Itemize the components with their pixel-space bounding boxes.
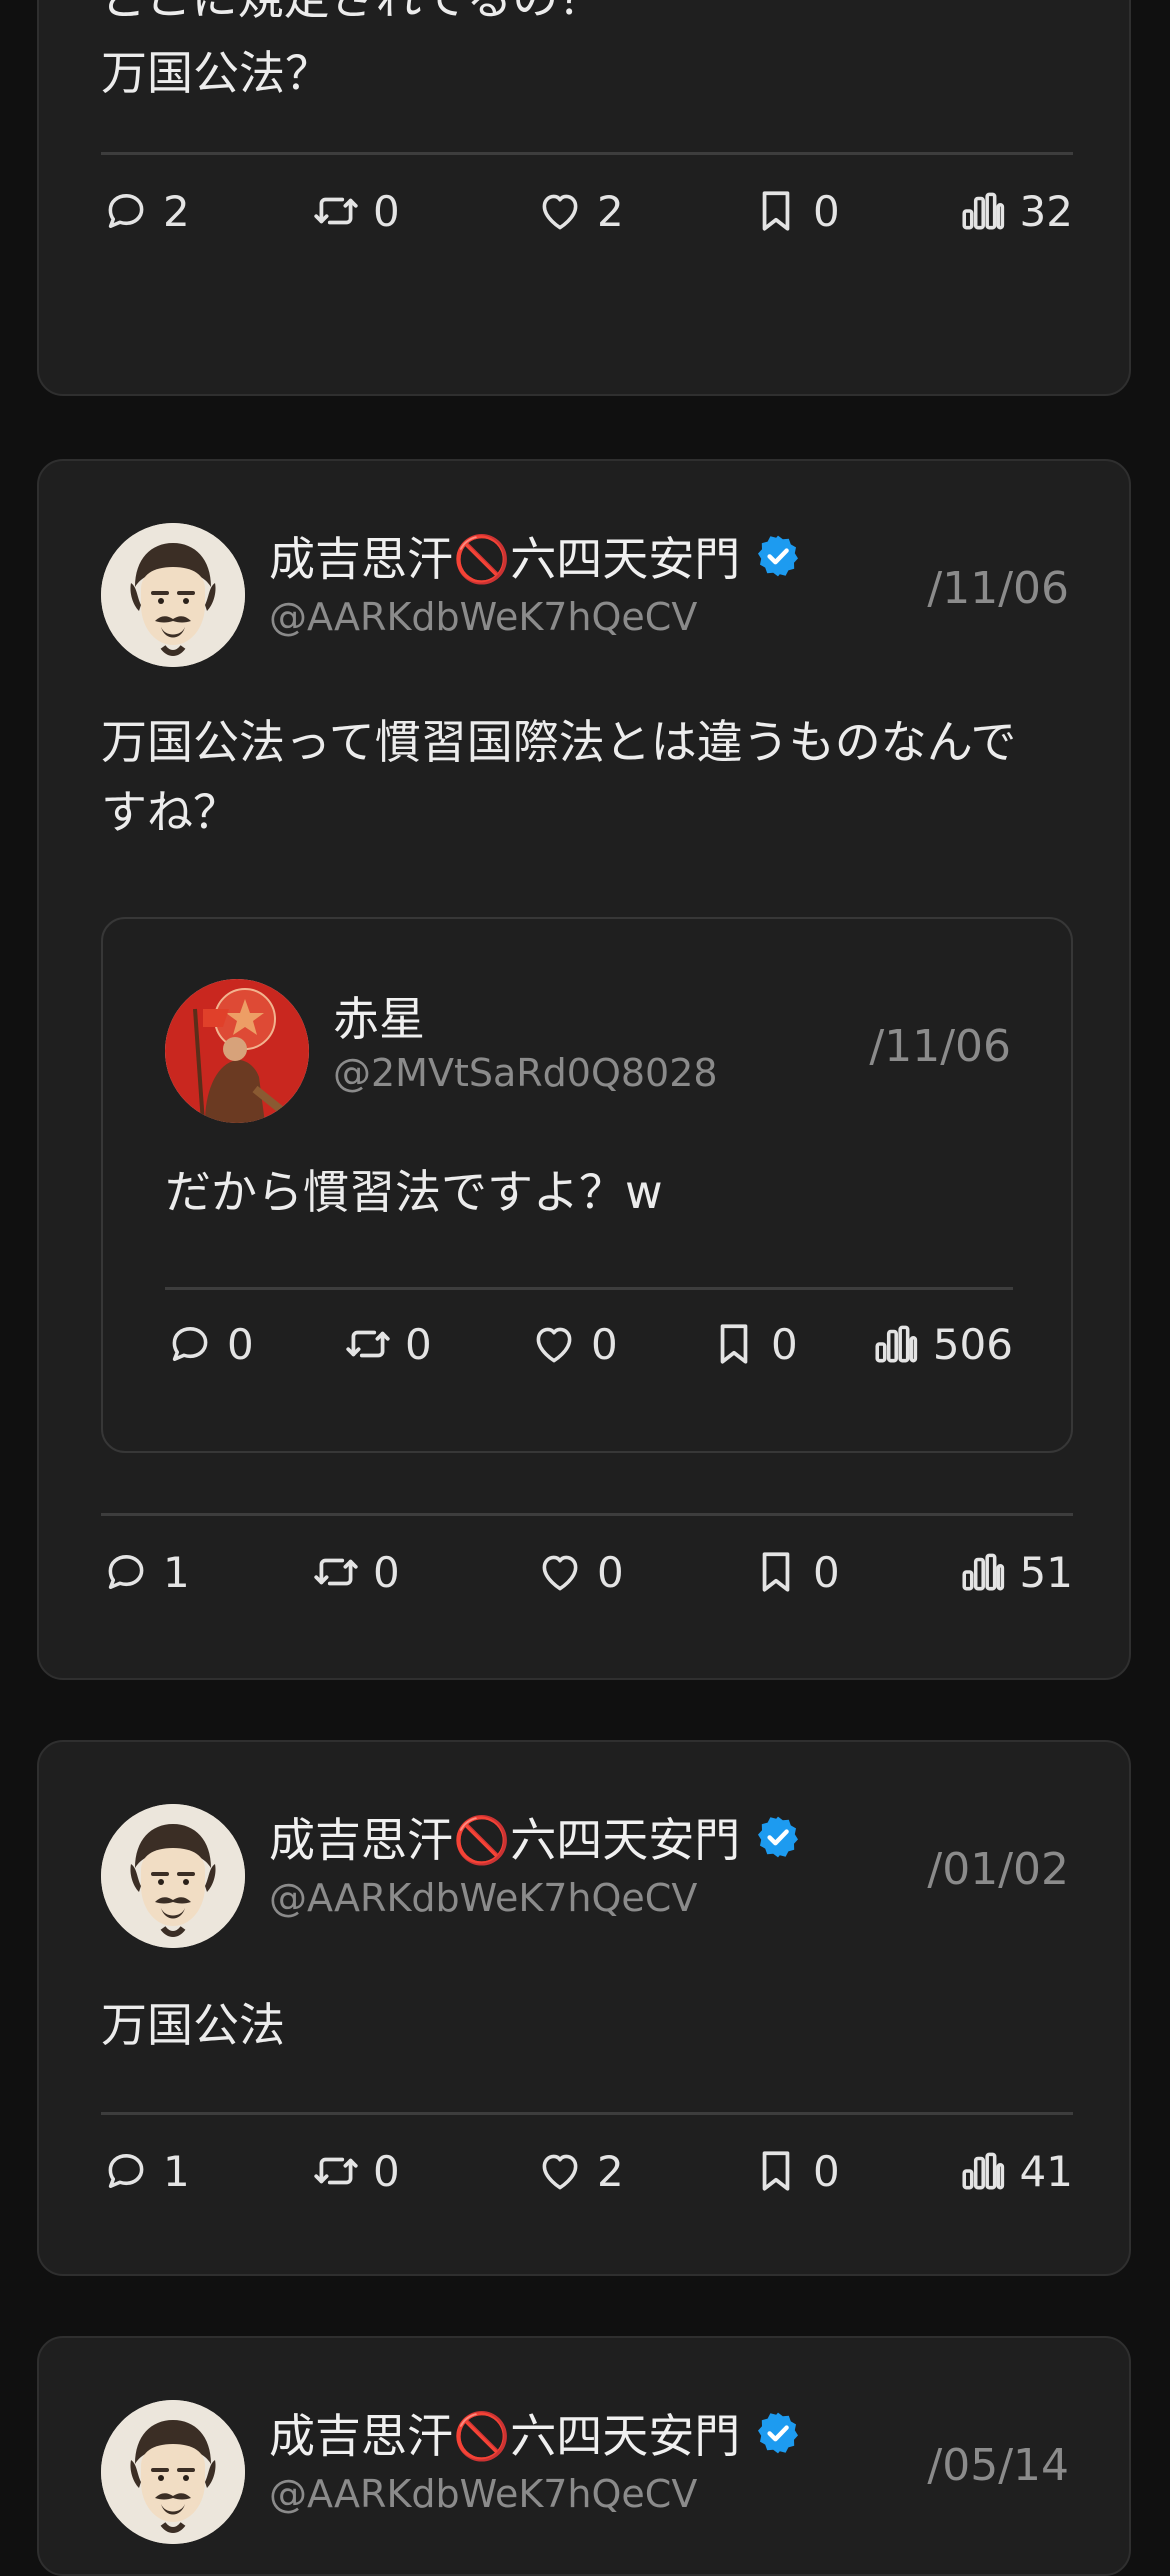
views-count[interactable]: 51 — [958, 1547, 1073, 1597]
reply-button[interactable]: 0 — [165, 1319, 254, 1369]
divider — [101, 1513, 1073, 1516]
quoted-avatar-image — [165, 979, 309, 1123]
action-bar: 1 0 2 0 41 — [101, 2146, 1073, 2206]
like-button[interactable]: 0 — [529, 1319, 618, 1369]
reply-icon — [165, 1319, 215, 1369]
post-card[interactable]: 成吉思汗🚫六四天安門 @AARKdbWeK7hQeCV /05/14 — [37, 2336, 1131, 2576]
bookmark-button[interactable]: 0 — [751, 2146, 840, 2196]
views-count[interactable]: 32 — [958, 186, 1073, 236]
bookmark-icon — [751, 2146, 801, 2196]
views-count[interactable]: 41 — [958, 2146, 1073, 2196]
post-date[interactable]: /01/02 — [927, 1844, 1069, 1895]
quoted-post-text: だから慣習法ですよ？w — [165, 1165, 663, 1219]
repost-button[interactable]: 0 — [311, 2146, 400, 2196]
views-icon — [958, 1547, 1008, 1597]
avatar-image — [101, 2400, 245, 2544]
quoted-author-name[interactable]: 赤星 — [333, 983, 425, 1049]
heart-icon — [529, 1319, 579, 1369]
like-button[interactable]: 0 — [535, 1547, 624, 1597]
like-button[interactable]: 2 — [535, 186, 624, 236]
post-text: 万国公法 — [101, 1998, 285, 2052]
reply-icon — [101, 2146, 151, 2196]
verified-badge-icon — [754, 2409, 802, 2457]
post-text-line1: 万国公法って慣習国際法とは違うものなんで — [101, 715, 1017, 769]
divider — [101, 2112, 1073, 2115]
quoted-author-handle[interactable]: @2MVtSaRd0Q8028 — [333, 1051, 718, 1095]
repost-button[interactable]: 0 — [311, 186, 400, 236]
avatar[interactable] — [101, 1804, 245, 1948]
repost-icon — [311, 1547, 361, 1597]
post-text-partial: どこに規定されてるの？ — [101, 0, 604, 18]
repost-button[interactable]: 0 — [311, 1547, 400, 1597]
heart-icon — [535, 186, 585, 236]
divider — [165, 1287, 1013, 1290]
quoted-avatar[interactable] — [165, 979, 309, 1123]
author-handle[interactable]: @AARKdbWeK7hQeCV — [269, 2472, 697, 2516]
post-text-line2: すね？ — [101, 785, 239, 839]
quoted-post-date[interactable]: /11/06 — [869, 1021, 1011, 1072]
reply-button[interactable]: 1 — [101, 2146, 190, 2196]
post-card[interactable]: どこに規定されてるの？ 万国公法？ 2 0 2 0 32 — [37, 0, 1131, 396]
views-icon — [871, 1319, 921, 1369]
divider — [101, 152, 1073, 155]
heart-icon — [535, 1547, 585, 1597]
reply-icon — [101, 186, 151, 236]
quoted-post[interactable]: 赤星 @2MVtSaRd0Q8028 /11/06 だから慣習法ですよ？w 0 … — [101, 917, 1073, 1453]
author-name[interactable]: 成吉思汗🚫六四天安門 — [269, 523, 802, 589]
reply-button[interactable]: 2 — [101, 186, 190, 236]
views-count[interactable]: 506 — [871, 1319, 1013, 1369]
reply-icon — [101, 1547, 151, 1597]
post-text: 万国公法？ — [101, 46, 331, 100]
avatar-image — [101, 1804, 245, 1948]
quoted-action-bar: 0 0 0 0 506 — [165, 1319, 1013, 1379]
bookmark-button[interactable]: 0 — [709, 1319, 798, 1369]
author-name[interactable]: 成吉思汗🚫六四天安門 — [269, 1804, 802, 1870]
repost-icon — [343, 1319, 393, 1369]
views-icon — [958, 2146, 1008, 2196]
bookmark-icon — [751, 186, 801, 236]
bookmark-button[interactable]: 0 — [751, 1547, 840, 1597]
post-date[interactable]: /05/14 — [927, 2440, 1069, 2491]
repost-icon — [311, 186, 361, 236]
post-date[interactable]: /11/06 — [927, 563, 1069, 614]
verified-badge-icon — [754, 532, 802, 580]
repost-icon — [311, 2146, 361, 2196]
bookmark-icon — [751, 1547, 801, 1597]
author-name[interactable]: 成吉思汗🚫六四天安門 — [269, 2400, 802, 2466]
views-icon — [958, 186, 1008, 236]
like-button[interactable]: 2 — [535, 2146, 624, 2196]
post-card[interactable]: 成吉思汗🚫六四天安門 @AARKdbWeK7hQeCV /01/02 万国公法 … — [37, 1740, 1131, 2276]
avatar[interactable] — [101, 523, 245, 667]
bookmark-button[interactable]: 0 — [751, 186, 840, 236]
heart-icon — [535, 2146, 585, 2196]
verified-badge-icon — [754, 1813, 802, 1861]
avatar-image — [101, 523, 245, 667]
avatar[interactable] — [101, 2400, 245, 2544]
action-bar: 1 0 0 0 51 — [101, 1547, 1073, 1607]
post-card[interactable]: 成吉思汗🚫六四天安門 @AARKdbWeK7hQeCV /11/06 万国公法っ… — [37, 459, 1131, 1680]
reply-button[interactable]: 1 — [101, 1547, 190, 1597]
bookmark-icon — [709, 1319, 759, 1369]
action-bar: 2 0 2 0 32 — [101, 186, 1073, 246]
author-handle[interactable]: @AARKdbWeK7hQeCV — [269, 595, 697, 639]
repost-button[interactable]: 0 — [343, 1319, 432, 1369]
author-handle[interactable]: @AARKdbWeK7hQeCV — [269, 1876, 697, 1920]
